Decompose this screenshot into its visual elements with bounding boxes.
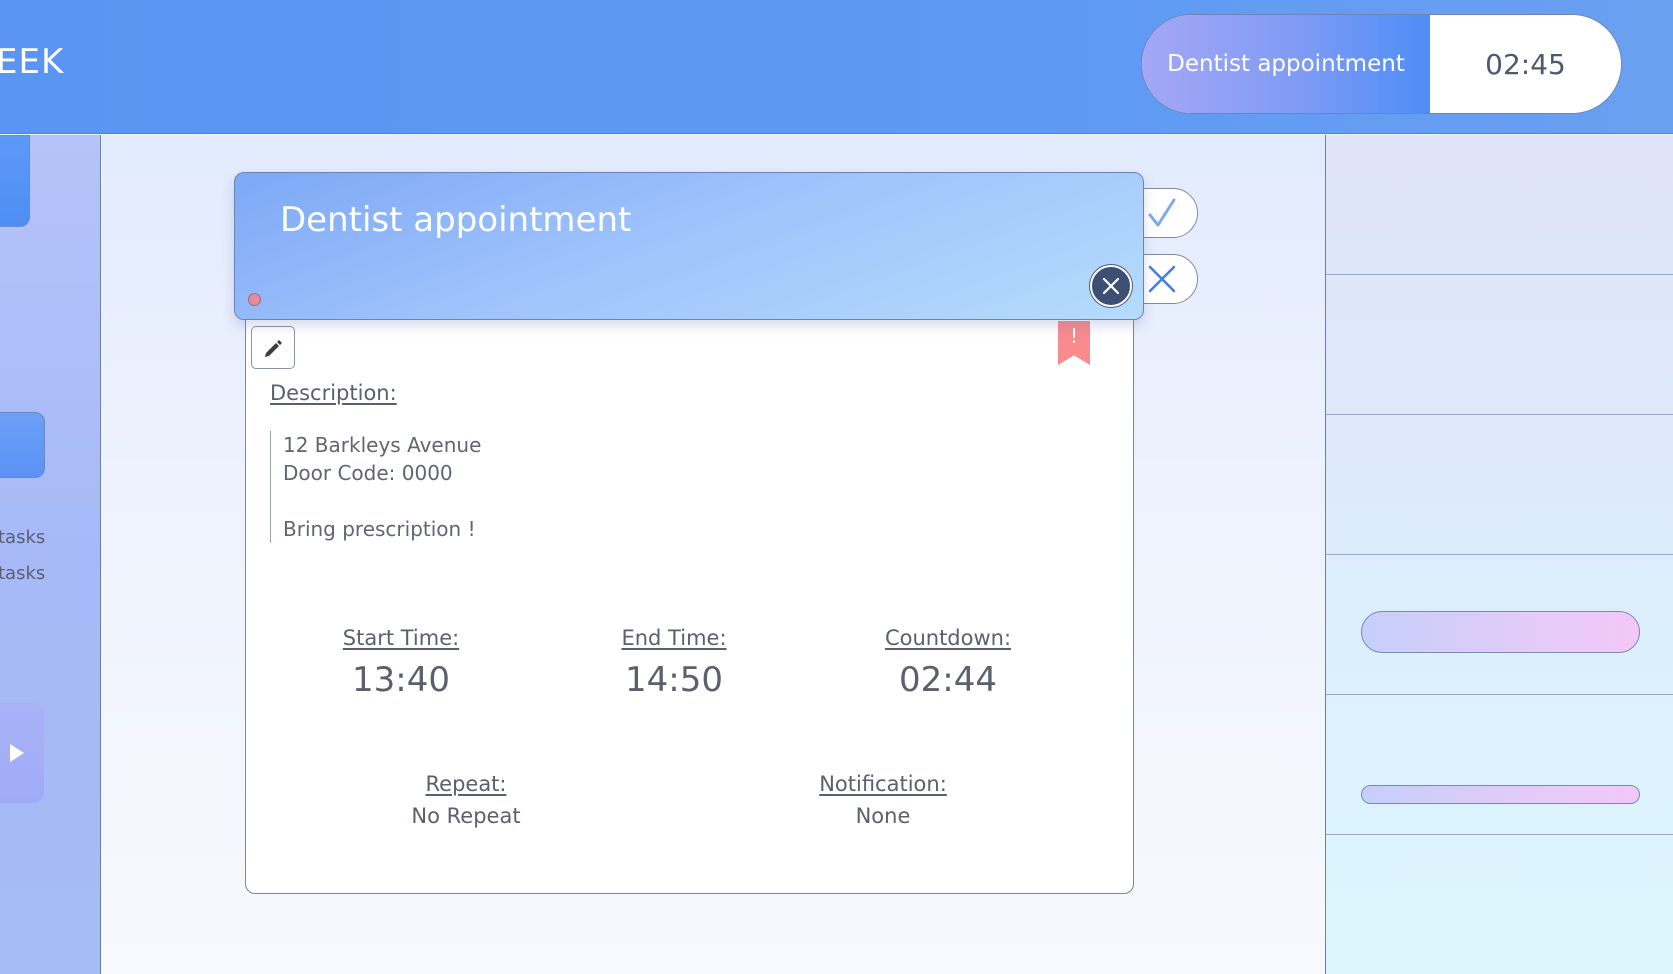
sidebar-tasks-label-2[interactable]: tasks (0, 563, 45, 584)
task-card-body: ! Description: 12 Barkleys Avenue Door C… (245, 305, 1134, 894)
time-slot-row[interactable] (1326, 695, 1673, 835)
edit-button[interactable] (251, 326, 295, 369)
top-header: EEK Dentist appointment 02:45 (0, 0, 1673, 134)
notification-block: Notification: None (788, 772, 978, 828)
task-card-header: Dentist appointment (234, 172, 1144, 320)
left-sidebar: tasks tasks (0, 135, 101, 974)
repeat-value: No Repeat (411, 804, 521, 828)
play-icon (10, 744, 24, 762)
close-icon (1102, 277, 1120, 295)
scheduled-task-bar[interactable] (1361, 611, 1640, 653)
sidebar-button-top[interactable] (0, 135, 30, 227)
description-line: Door Code: 0000 (283, 461, 453, 485)
close-button[interactable] (1090, 265, 1132, 307)
time-slot-row[interactable] (1326, 415, 1673, 555)
active-task-name[interactable]: Dentist appointment (1142, 15, 1430, 113)
countdown-value: 02:44 (899, 660, 997, 700)
description-text: 12 Barkleys Avenue Door Code: 0000 Bring… (270, 431, 481, 543)
time-slot-row[interactable] (1326, 555, 1673, 695)
end-time-value: 14:50 (625, 660, 723, 700)
notification-label: Notification: (819, 772, 947, 796)
end-time-label: End Time: (621, 626, 727, 650)
description-line: 12 Barkleys Avenue (283, 433, 482, 457)
task-title: Dentist appointment (280, 200, 632, 240)
status-dot (248, 293, 261, 306)
time-slot-row[interactable] (1326, 275, 1673, 415)
repeat-label: Repeat: (425, 772, 507, 796)
description-line: Bring prescription ! (283, 517, 476, 541)
x-icon (1148, 265, 1176, 293)
notification-value: None (855, 804, 911, 828)
sidebar-play-button[interactable] (0, 703, 44, 803)
start-time-label: Start Time: (342, 626, 460, 650)
time-slot-row[interactable] (1326, 835, 1673, 974)
active-task-time: 02:45 (1430, 15, 1621, 113)
pencil-icon (265, 339, 282, 357)
countdown-block: Countdown: 02:44 (853, 626, 1043, 700)
sidebar-tasks-label-1[interactable]: tasks (0, 527, 45, 548)
right-column (1325, 135, 1673, 974)
time-slot-row[interactable] (1326, 135, 1673, 275)
scheduled-task-bar[interactable] (1361, 785, 1640, 804)
description-label: Description: (270, 381, 397, 405)
description-line (283, 487, 481, 515)
countdown-label: Countdown: (884, 626, 1012, 650)
end-time-block: End Time: 14:50 (594, 626, 754, 700)
start-time-block: Start Time: 13:40 (321, 626, 481, 700)
active-task-timer[interactable]: Dentist appointment 02:45 (1141, 14, 1622, 114)
priority-flag-icon: ! (1058, 321, 1090, 365)
start-time-value: 13:40 (352, 660, 450, 700)
sidebar-button-middle[interactable] (0, 412, 45, 478)
checkmark-icon (1148, 198, 1176, 227)
repeat-block: Repeat: No Repeat (381, 772, 551, 828)
header-title: EEK (0, 42, 65, 82)
